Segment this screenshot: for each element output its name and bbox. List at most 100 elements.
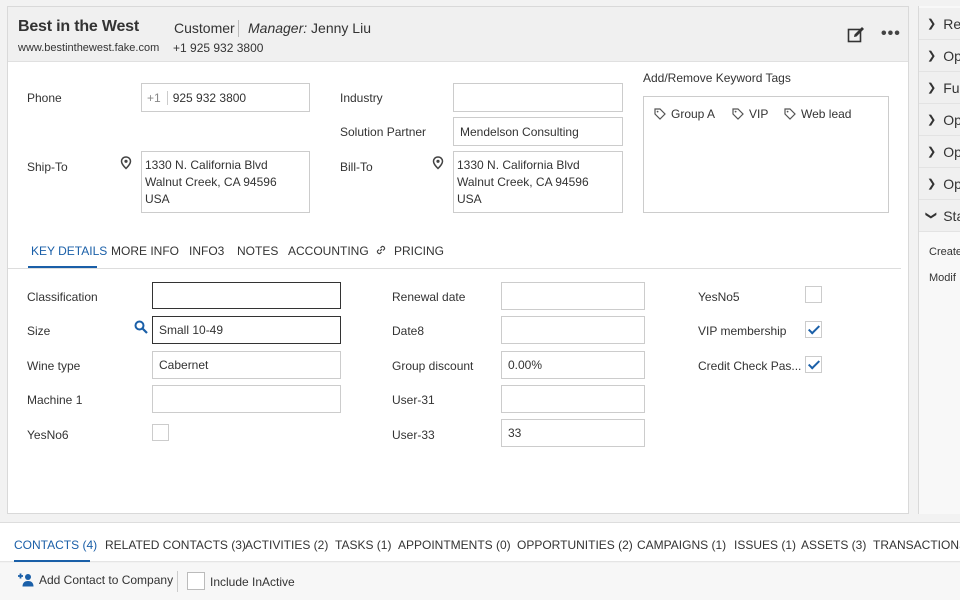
tab-appointments[interactable]: APPOINTMENTS (0) bbox=[398, 538, 511, 552]
side-section[interactable]: ❯ Op bbox=[919, 104, 960, 136]
shipto-line: 1330 N. California Blvd bbox=[145, 158, 268, 172]
yesno6-checkbox[interactable] bbox=[152, 424, 169, 441]
side-section-expanded[interactable]: ❯ Sta bbox=[919, 200, 960, 232]
tags-label: Add/Remove Keyword Tags bbox=[643, 71, 791, 85]
date8-label: Date8 bbox=[392, 324, 425, 338]
manager-name[interactable]: Jenny Liu bbox=[311, 20, 371, 36]
chevron-down-icon: ❯ bbox=[925, 210, 938, 221]
user33-field[interactable]: 33 bbox=[501, 419, 645, 447]
shipto-line: USA bbox=[145, 192, 170, 206]
side-section[interactable]: ❯ Op bbox=[919, 40, 960, 72]
tab-key-details[interactable]: KEY DETAILS bbox=[31, 244, 107, 258]
chevron-right-icon: ❯ bbox=[927, 178, 937, 190]
wine-type-field[interactable]: Cabernet bbox=[152, 351, 341, 379]
tab-accounting-label: ACCOUNTING bbox=[288, 244, 369, 258]
tag-item[interactable]: Group A bbox=[654, 107, 715, 121]
location-pin-icon[interactable] bbox=[120, 156, 132, 170]
tag-item[interactable]: Web lead bbox=[784, 107, 851, 121]
tab-pricing[interactable]: PRICING bbox=[394, 244, 444, 258]
side-section-label: Sta bbox=[943, 207, 960, 224]
phone-prefix[interactable]: +1 bbox=[142, 90, 168, 105]
shipto-address[interactable]: 1330 N. California Blvd Walnut Creek, CA… bbox=[141, 151, 310, 213]
credit-check-checkbox[interactable] bbox=[805, 356, 822, 373]
size-field[interactable]: Small 10-49 bbox=[152, 316, 341, 344]
tag-item[interactable]: VIP bbox=[732, 107, 768, 121]
tab-accounting[interactable]: ACCOUNTING bbox=[288, 244, 387, 258]
date8-field[interactable] bbox=[501, 316, 645, 344]
side-section-label: Op bbox=[943, 111, 960, 128]
classification-field[interactable] bbox=[152, 282, 341, 309]
tab-campaigns[interactable]: CAMPAIGNS (1) bbox=[637, 538, 726, 552]
tab-opportunities[interactable]: OPPORTUNITIES (2) bbox=[517, 538, 633, 552]
vip-membership-checkbox[interactable] bbox=[805, 321, 822, 338]
tab-transactions[interactable]: TRANSACTIONS bbox=[873, 538, 960, 552]
side-section-label: Re bbox=[943, 15, 960, 32]
yesno5-label: YesNo5 bbox=[698, 290, 740, 304]
size-label: Size bbox=[27, 324, 51, 338]
side-section[interactable]: ❯ Re bbox=[919, 8, 960, 40]
manager-info: Manager: Jenny Liu bbox=[248, 20, 371, 36]
tab-info3[interactable]: INFO3 bbox=[189, 244, 224, 258]
include-inactive-checkbox[interactable] bbox=[187, 572, 205, 590]
tab-assets[interactable]: ASSETS (3) bbox=[801, 538, 866, 552]
tab-more-info[interactable]: MORE INFO bbox=[111, 244, 179, 258]
group-discount-field[interactable]: 0.00% bbox=[501, 351, 645, 379]
more-icon[interactable]: ••• bbox=[881, 25, 901, 43]
tab-tasks[interactable]: TASKS (1) bbox=[335, 538, 391, 552]
side-section-label: Op bbox=[943, 175, 960, 192]
wine-type-label: Wine type bbox=[27, 359, 81, 373]
active-tab-indicator bbox=[28, 266, 97, 268]
tab-notes[interactable]: NOTES bbox=[237, 244, 278, 258]
industry-field[interactable] bbox=[453, 83, 623, 112]
side-section[interactable]: ❯ Fu bbox=[919, 72, 960, 104]
add-contact-label: Add Contact to Company bbox=[39, 573, 174, 587]
billto-address[interactable]: 1330 N. California Blvd Walnut Creek, CA… bbox=[453, 151, 623, 213]
manager-label: Manager: bbox=[248, 20, 308, 36]
chevron-right-icon: ❯ bbox=[927, 82, 937, 94]
related-tabs: CONTACTS (4) RELATED CONTACTS (3) ACTIVI… bbox=[0, 522, 960, 562]
vip-membership-label: VIP membership bbox=[698, 324, 787, 338]
tab-related-contacts[interactable]: RELATED CONTACTS (3) bbox=[105, 538, 246, 552]
record-header: Best in the West Customer Manager: Jenny… bbox=[8, 7, 908, 62]
website-link[interactable]: www.bestinthewest.fake.com bbox=[18, 42, 159, 54]
tag-icon bbox=[654, 108, 666, 120]
renewal-date-field[interactable] bbox=[501, 282, 645, 310]
shipto-line: Walnut Creek, CA 94596 bbox=[145, 175, 277, 189]
link-icon bbox=[376, 245, 386, 255]
contacts-toolbar: Add Contact to Company Include InActive bbox=[0, 563, 960, 600]
edit-icon[interactable] bbox=[847, 26, 865, 44]
toolbar-separator bbox=[177, 571, 178, 592]
location-pin-icon[interactable] bbox=[432, 156, 444, 170]
side-section[interactable]: ❯ Op bbox=[919, 168, 960, 200]
active-tab-indicator bbox=[14, 560, 90, 562]
user31-field[interactable] bbox=[501, 385, 645, 413]
phone-value[interactable]: 925 932 3800 bbox=[168, 91, 246, 105]
chevron-right-icon: ❯ bbox=[927, 114, 937, 126]
side-panel: ❯ Re ❯ Op ❯ Fu ❯ Op ❯ Op ❯ Op ❯ Sta Create Modi… bbox=[918, 6, 960, 514]
group-discount-label: Group discount bbox=[392, 359, 474, 373]
phone-field[interactable]: +1 925 932 3800 bbox=[141, 83, 310, 112]
credit-check-label: Credit Check Pas... bbox=[698, 359, 802, 373]
header-separator bbox=[238, 20, 239, 37]
record-type: Customer bbox=[174, 20, 235, 36]
include-inactive-label: Include InActive bbox=[210, 575, 295, 589]
tag-icon bbox=[784, 108, 796, 120]
tab-issues[interactable]: ISSUES (1) bbox=[734, 538, 796, 552]
tag-label: Web lead bbox=[801, 107, 852, 121]
tab-activities[interactable]: ACTIVITIES (2) bbox=[245, 538, 328, 552]
billto-label: Bill-To bbox=[340, 160, 373, 174]
chevron-right-icon: ❯ bbox=[927, 146, 937, 158]
keyword-tags-box[interactable]: Group A VIP Web lead bbox=[643, 96, 889, 213]
side-section-label: Op bbox=[943, 143, 960, 160]
user33-label: User-33 bbox=[392, 428, 435, 442]
company-name: Best in the West bbox=[18, 18, 139, 35]
add-contact-button[interactable]: Add Contact to Company bbox=[17, 573, 173, 587]
tab-contacts[interactable]: CONTACTS (4) bbox=[14, 538, 97, 552]
yesno5-checkbox[interactable] bbox=[805, 286, 822, 303]
search-icon[interactable] bbox=[134, 320, 148, 334]
side-section[interactable]: ❯ Op bbox=[919, 136, 960, 168]
machine1-field[interactable] bbox=[152, 385, 341, 413]
partner-field[interactable]: Mendelson Consulting bbox=[453, 117, 623, 146]
tag-icon bbox=[732, 108, 744, 120]
header-phone[interactable]: +1 925 932 3800 bbox=[173, 41, 263, 55]
